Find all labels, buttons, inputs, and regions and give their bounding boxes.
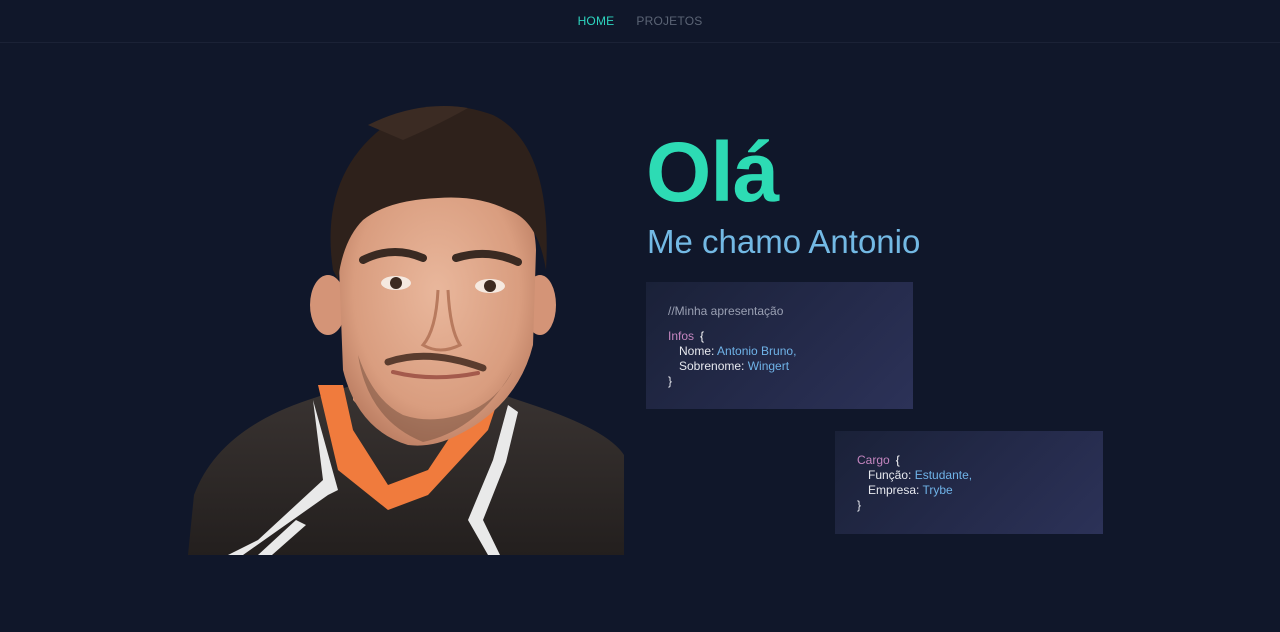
object-keyword: Cargo [857,453,890,467]
property-value: Wingert [747,359,790,373]
close-brace: } [668,374,673,388]
cargo-code-card: Cargo { Função: Estudante, Empresa: Trybe… [835,431,1103,534]
top-navbar: HOME PROJETOS [0,0,1280,43]
property-key: Empresa: [868,483,920,497]
property-value: Trybe [922,483,953,497]
profile-photo [188,106,624,555]
object-keyword: Infos [668,329,695,343]
code-property-line: Sobrenome: Wingert [668,359,891,374]
page: HOME PROJETOS Olá Me chamo Antonio //Min… [0,0,1280,632]
infos-code-card: //Minha apresentação Infos { Nome: Antoni… [646,282,913,409]
code-object-line: Cargo { [857,453,1081,468]
property-value: Estudante, [914,468,973,482]
close-brace: } [857,498,862,512]
open-brace: { [895,453,900,467]
property-value: Antonio Bruno, [717,344,797,358]
code-object-line: Infos { [668,329,891,344]
property-key: Função: [868,468,912,482]
intro-subtitle: Me chamo Antonio [647,223,921,260]
nav-link-projects[interactable]: PROJETOS [636,14,702,28]
open-brace: { [700,329,705,343]
greeting-title: Olá [646,125,779,219]
code-property-line: Empresa: Trybe [857,483,1081,498]
property-key: Sobrenome: [679,359,745,373]
code-property-line: Nome: Antonio Bruno, [668,344,891,359]
nav-link-home[interactable]: HOME [578,14,615,28]
property-key: Nome: [679,344,715,358]
code-comment: //Minha apresentação [668,304,784,318]
code-property-line: Função: Estudante, [857,468,1081,483]
